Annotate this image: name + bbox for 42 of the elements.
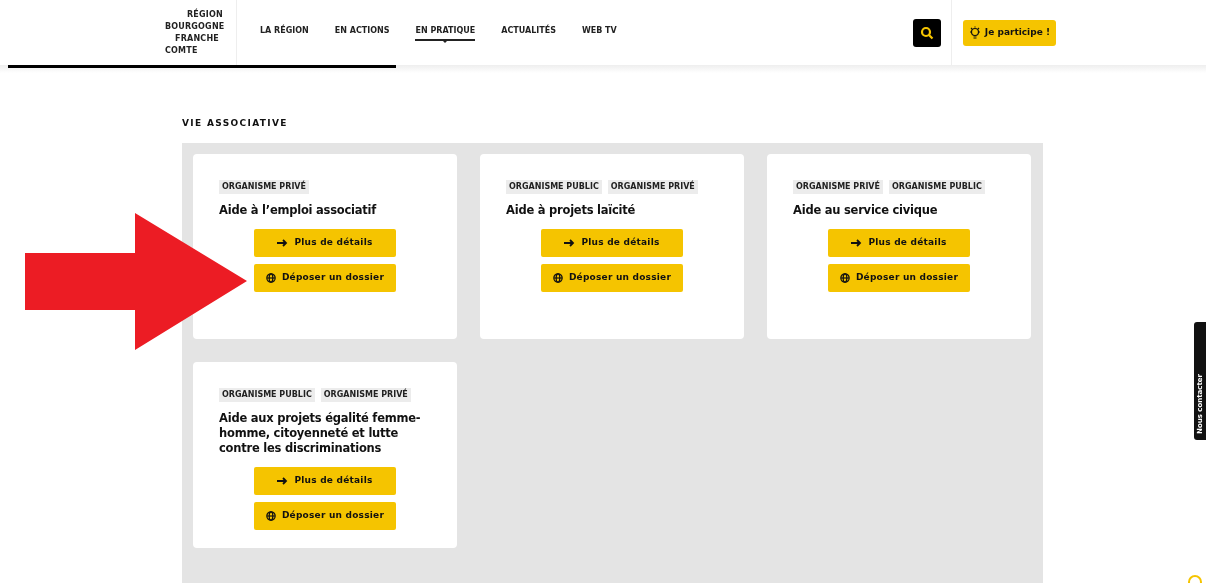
category-tag: ORGANISME PRIVÉ	[793, 179, 884, 194]
category-tag: ORGANISME PRIVÉ	[219, 179, 310, 194]
logo-text: RÉGION	[186, 8, 224, 21]
nav-link[interactable]: WEB TV	[581, 24, 617, 41]
card-title: Aide aux projets égalité femme-homme, citoyenneté et lutte contre les discriminations	[219, 410, 422, 456]
card-title: Aide à l’emploi associatif	[219, 202, 378, 218]
details-button[interactable]: Plus de détails	[254, 466, 396, 495]
arrow-right-icon	[277, 476, 289, 485]
nav-link[interactable]: LA RÉGION	[260, 24, 309, 41]
participate-button[interactable]: Je participe !	[962, 19, 1056, 46]
logo-text: FRANCHE	[174, 32, 220, 45]
lightbulb-icon	[968, 25, 981, 40]
details-button[interactable]: Plus de détails	[828, 228, 970, 257]
category-tag: ORGANISME PUBLIC	[889, 179, 985, 194]
submit-file-button[interactable]: Déposer un dossier	[254, 263, 396, 292]
search-icon	[919, 25, 934, 40]
category-tag: ORGANISME PUBLIC	[219, 387, 315, 402]
globe-icon	[265, 510, 276, 521]
submit-file-button[interactable]: Déposer un dossier	[828, 263, 970, 292]
details-button[interactable]: Plus de détails	[254, 228, 396, 257]
arrow-right-icon	[564, 238, 576, 247]
nav-link[interactable]: EN ACTIONS	[334, 24, 390, 41]
globe-icon	[265, 272, 276, 283]
caret-icon	[441, 38, 450, 43]
category-tag: ORGANISME PRIVÉ	[320, 387, 411, 402]
card-title: Aide à projets laïcité	[506, 202, 637, 218]
nav-link[interactable]: EN PRATIQUE	[415, 24, 476, 41]
logo-text: BOURGOGNE	[165, 20, 226, 33]
submit-file-button[interactable]: Déposer un dossier	[254, 501, 396, 530]
card-title: Aide au service civique	[793, 202, 939, 218]
globe-icon	[552, 272, 563, 283]
arrow-right-icon	[277, 238, 289, 247]
logo-text: COMTE	[165, 44, 199, 57]
category-tag: ORGANISME PRIVÉ	[607, 179, 698, 194]
section-title: VIE ASSOCIATIVE	[182, 117, 289, 130]
category-tag: ORGANISME PUBLIC	[506, 179, 602, 194]
nav-link[interactable]: ACTUALITÉS	[501, 24, 556, 41]
arrow-right-icon	[851, 238, 863, 247]
globe-icon	[839, 272, 850, 283]
search-button[interactable]	[912, 18, 941, 47]
details-button[interactable]: Plus de détails	[541, 228, 683, 257]
submit-file-button[interactable]: Déposer un dossier	[541, 263, 683, 292]
